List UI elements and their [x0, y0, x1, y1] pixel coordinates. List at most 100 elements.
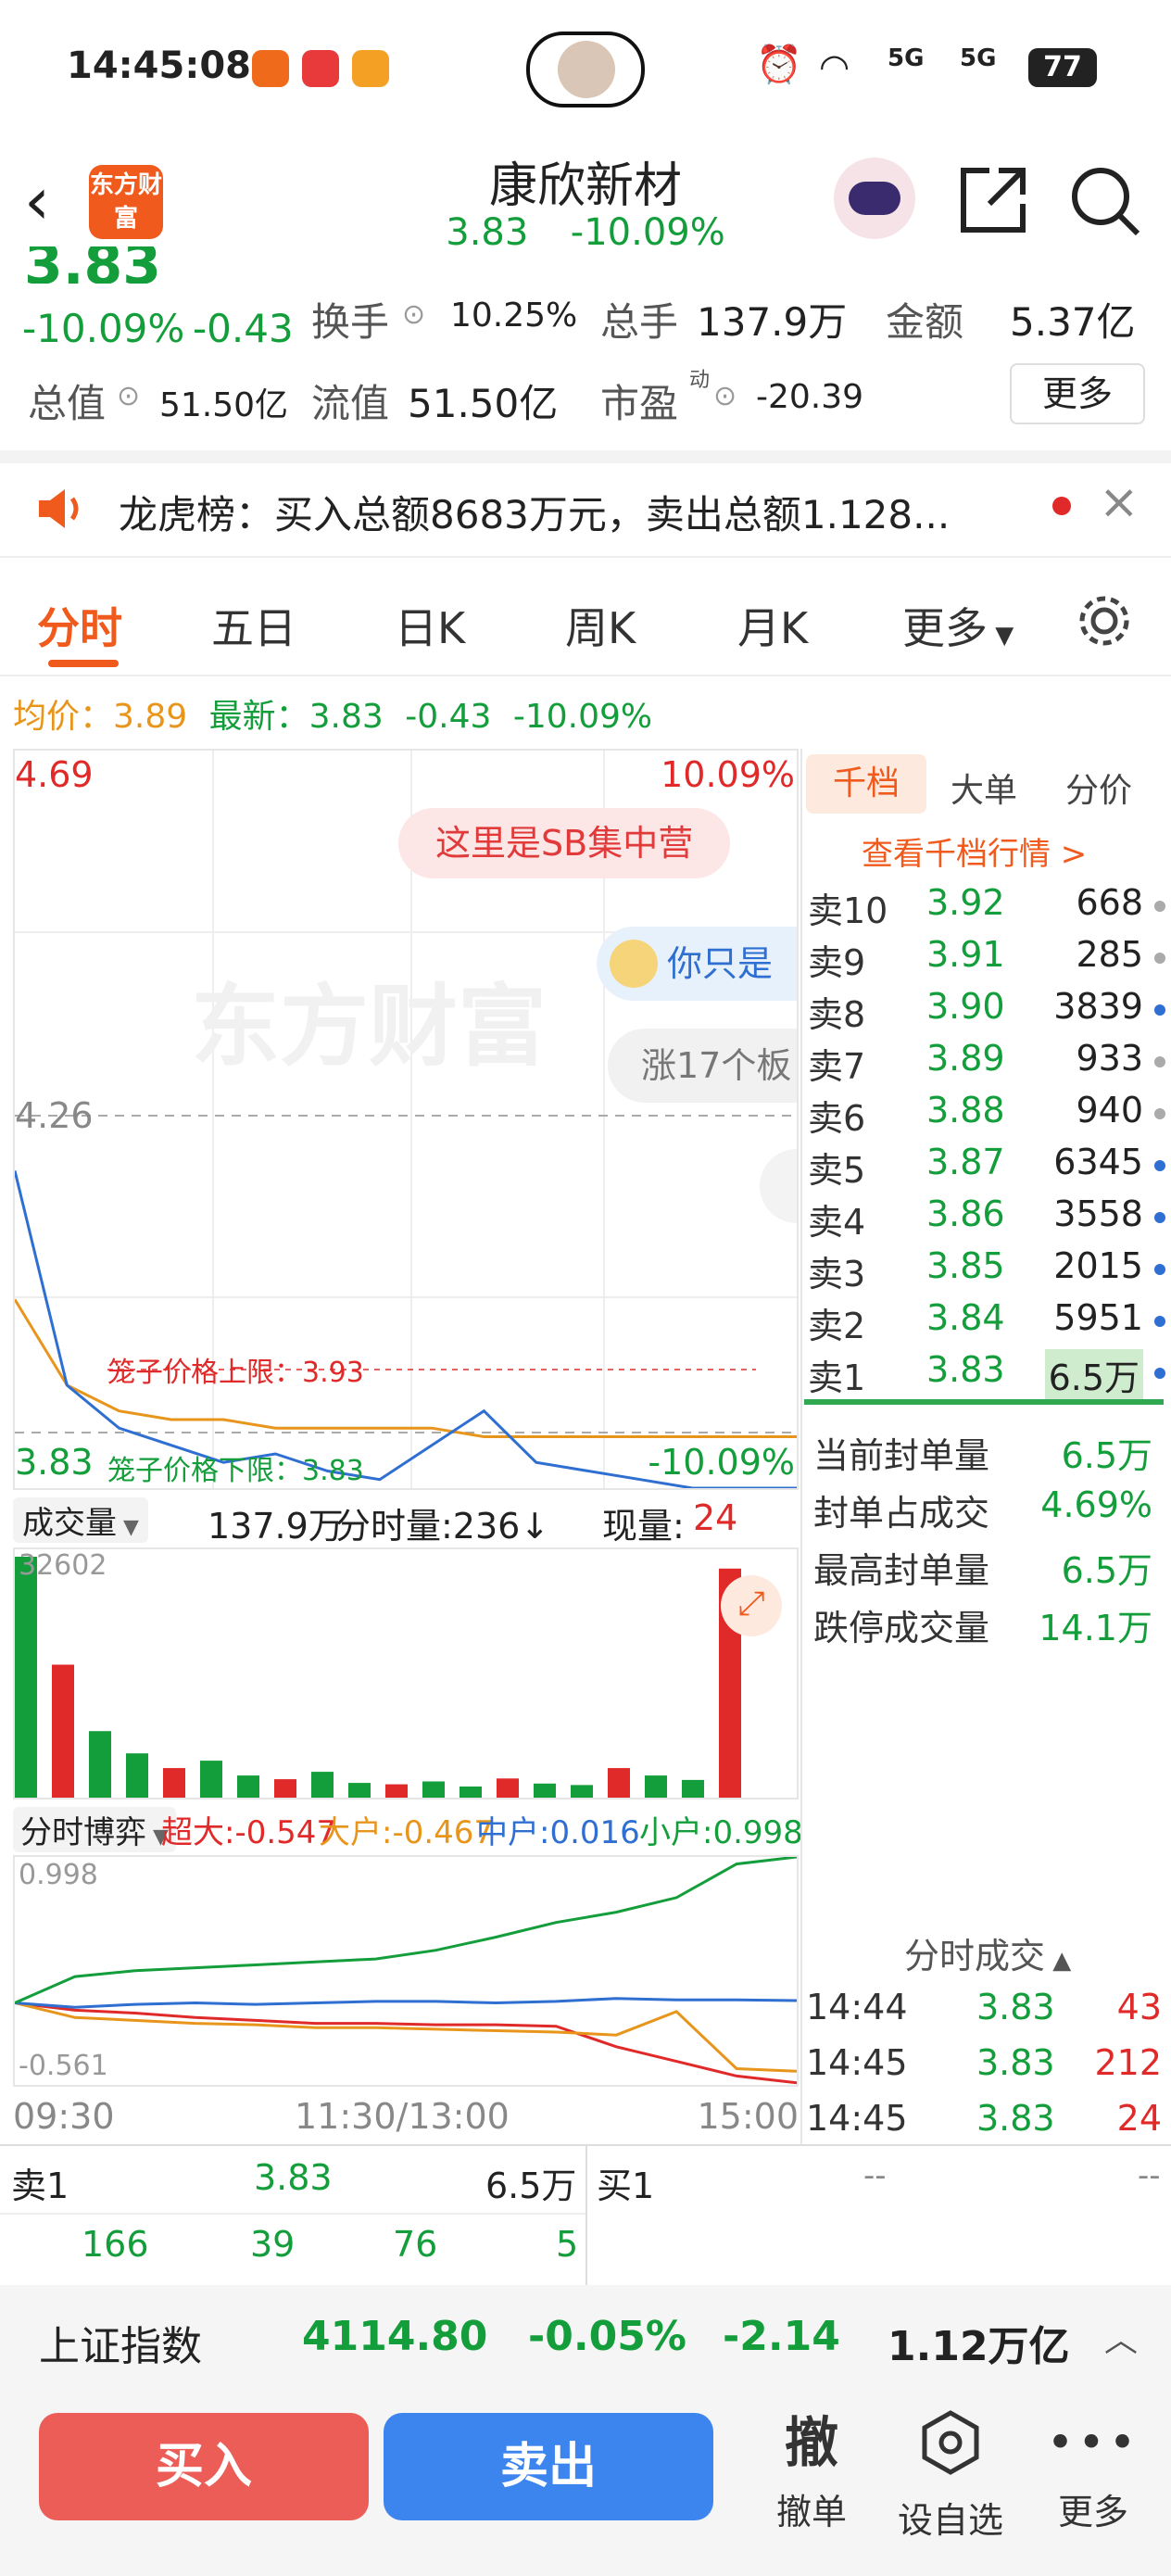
- info-icon[interactable]: ⊙: [117, 380, 140, 412]
- trade-volume: 212: [1094, 2042, 1162, 2083]
- notice-bar[interactable]: 龙虎榜：买入总额8683万元，卖出总额1.128... ×: [0, 463, 1171, 556]
- buy1-vol: --: [1138, 2157, 1161, 2194]
- add-watchlist-button[interactable]: 设自选: [895, 2409, 1006, 2543]
- divider: [586, 2146, 587, 2285]
- buy-button[interactable]: 买入: [39, 2413, 369, 2520]
- trades-list: 14:44 3.83 43 14:45 3.83 212 14:45 3.83 24: [0, 676, 1171, 2144]
- queue-order: 76: [393, 2224, 438, 2265]
- float-value: 51.50亿: [408, 381, 559, 426]
- trade-row: 14:45 3.83 212: [806, 2042, 1167, 2083]
- chevron-up-icon[interactable]: ︿: [1104, 2313, 1138, 2361]
- sell1-price: 3.83: [254, 2157, 333, 2198]
- more-button[interactable]: 更多: [1010, 363, 1145, 424]
- chart-area: 均价：3.89 最新：3.83 -0.43 -10.09% 东方财富 4.69 …: [0, 676, 1171, 2144]
- action-bar: 买入 卖出 撤 撤单 设自选 ••• 更多: [0, 2391, 1171, 2576]
- signal-icon: 5G: [960, 44, 997, 72]
- sell1-label: 卖1: [11, 2166, 69, 2206]
- queue-order: 166: [82, 2224, 149, 2265]
- app-logo: 东方财富: [89, 165, 163, 239]
- app-notification-icon: [252, 50, 289, 87]
- trade-price: 3.83: [976, 2098, 1055, 2139]
- more-actions-button[interactable]: ••• 更多: [1038, 2409, 1149, 2534]
- pe-label: 市盈: [600, 381, 679, 426]
- queue-order: 5: [556, 2224, 579, 2265]
- tab-weekly-k[interactable]: 周K: [565, 595, 636, 656]
- index-abs: -2.14: [723, 2313, 840, 2360]
- amount-label: 金额: [886, 299, 964, 345]
- tab-monthly-k[interactable]: 月K: [737, 595, 808, 656]
- turnover-label: 换手: [311, 299, 390, 345]
- quote-panel: 3.83 -10.09% -0.43 换手 ⊙ 10.25% 总手 137.9万…: [0, 246, 1171, 450]
- trade-volume: 24: [1116, 2098, 1162, 2139]
- quote-change-pct: -10.09%: [22, 306, 185, 351]
- sell-button[interactable]: 卖出: [384, 2413, 713, 2520]
- watchlist-label: 设自选: [897, 2500, 1003, 2541]
- total-vol-value: 137.9万: [697, 299, 848, 345]
- wifi-icon: ◠: [819, 46, 850, 87]
- dynamic-island: [526, 32, 645, 107]
- tab-daily-k[interactable]: 日K: [395, 595, 465, 656]
- mktcap-value: 51.50亿: [159, 386, 289, 424]
- unread-dot: [1052, 497, 1071, 515]
- divider: [0, 2213, 586, 2215]
- trade-time: 14:45: [806, 2098, 908, 2139]
- chart-tabs: 分时 五日 日K 周K 月K 更多 ▼: [0, 556, 1171, 676]
- notice-text: 龙虎榜：买入总额8683万元，卖出总额1.128...: [119, 492, 951, 537]
- status-time: 14:45:08: [67, 44, 251, 87]
- speaker-icon: [39, 489, 79, 528]
- cancel-label: 撤单: [775, 2492, 847, 2532]
- watchlist-icon: [922, 2410, 979, 2475]
- trade-row: 14:45 3.83 24: [806, 2098, 1167, 2139]
- search-icon[interactable]: [1069, 165, 1143, 239]
- close-icon[interactable]: ×: [1099, 474, 1140, 530]
- more-dots-icon: •••: [1046, 2416, 1140, 2469]
- pe-value: -20.39: [756, 378, 864, 416]
- trade-price: 3.83: [976, 1987, 1055, 2027]
- cancel-icon: 撤: [784, 2411, 838, 2474]
- level1-panel: 卖1 3.83 6.5万 买1 -- -- 166 39 76 5: [0, 2144, 1171, 2285]
- cancel-order-button[interactable]: 撤 撤单: [756, 2409, 867, 2534]
- index-value: 4114.80: [302, 2313, 488, 2360]
- sell1-vol: 6.5万: [485, 2166, 577, 2206]
- buy1-label: 买1: [597, 2166, 655, 2206]
- index-name: 上证指数: [39, 2323, 202, 2370]
- status-bar: 14:45:08 ⏰ ◠ 5G 5G 77: [0, 0, 1171, 139]
- info-icon[interactable]: ⊙: [713, 380, 737, 412]
- index-pct: -0.05%: [528, 2313, 686, 2360]
- share-icon[interactable]: [958, 165, 1028, 235]
- back-icon[interactable]: ‹: [24, 163, 50, 239]
- app-notification-icon: [302, 50, 339, 87]
- divider: [0, 450, 1171, 463]
- amount-value: 5.37亿: [1010, 299, 1136, 345]
- nav-change-pct: -10.09%: [570, 211, 725, 254]
- index-ticker[interactable]: 上证指数 4114.80 -0.05% -2.14 1.12万亿 ︿: [0, 2285, 1171, 2391]
- settings-gear-icon[interactable]: [1075, 591, 1134, 650]
- queue-order: 39: [250, 2224, 296, 2265]
- app-notification-icon: [352, 50, 389, 87]
- float-label: 流值: [311, 381, 390, 426]
- nav-price-value: 3.83: [446, 211, 529, 254]
- total-vol-label: 总手: [600, 299, 679, 345]
- buy1-price: --: [863, 2157, 887, 2194]
- tab-intraday[interactable]: 分时: [37, 595, 122, 656]
- index-amount: 1.12万亿: [888, 2323, 1070, 2370]
- signal-icon: 5G: [888, 44, 925, 72]
- more-label: 更多: [1057, 2492, 1128, 2532]
- tab-five-day[interactable]: 五日: [211, 595, 296, 656]
- pe-sup: 动: [689, 369, 711, 392]
- trade-time: 14:44: [806, 1987, 908, 2027]
- alarm-icon: ⏰: [756, 44, 802, 86]
- robot-assistant-icon[interactable]: [834, 158, 915, 239]
- caret-down-icon: ▼: [988, 622, 1014, 650]
- trade-row: 14:44 3.83 43: [806, 1987, 1167, 2027]
- turnover-value: 10.25%: [450, 297, 578, 335]
- trade-price: 3.83: [976, 2042, 1055, 2083]
- big-price: 3.83: [24, 246, 162, 284]
- tab-more-label: 更多: [902, 603, 988, 653]
- stock-name: 康欣新材: [488, 158, 682, 214]
- active-tab-indicator: [48, 660, 119, 667]
- nav-price: 3.83 -10.09%: [389, 211, 782, 254]
- info-icon[interactable]: ⊙: [402, 298, 425, 331]
- tab-more[interactable]: 更多 ▼: [902, 595, 1014, 656]
- quote-change-abs: -0.43: [193, 306, 294, 351]
